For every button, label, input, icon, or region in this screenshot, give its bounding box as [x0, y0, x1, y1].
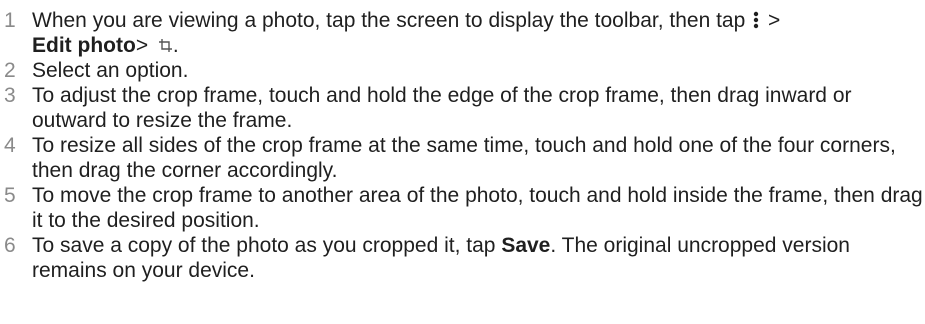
step-6: 6 To save a copy of the photo as you cro…	[0, 233, 925, 283]
step-number: 6	[4, 234, 16, 257]
step-text-part: To save a copy of the photo as you cropp…	[32, 234, 502, 257]
step-text: To move the crop frame to another area o…	[32, 184, 923, 232]
step-text: To resize all sides of the crop frame at…	[32, 134, 896, 182]
crop-icon	[158, 39, 172, 52]
step-4: 4 To resize all sides of the crop frame …	[0, 133, 925, 183]
step-text-part: When you are viewing a photo, tap the sc…	[32, 9, 746, 32]
edit-photo-label: Edit photo	[32, 34, 136, 57]
step-text-part: >	[762, 9, 781, 32]
save-label: Save	[501, 234, 551, 257]
step-number: 2	[4, 59, 16, 82]
instruction-steps: 1 When you are viewing a photo, tap the …	[0, 8, 925, 324]
step-text-part: .	[172, 34, 179, 57]
step-text: When you are viewing a photo, tap the sc…	[32, 8, 925, 58]
step-text: Select an option.	[32, 59, 189, 82]
step-text: To save a copy of the photo as you cropp…	[32, 233, 925, 283]
step-5: 5 To move the crop frame to another area…	[0, 183, 925, 233]
step-1: 1 When you are viewing a photo, tap the …	[0, 8, 925, 58]
step-number: 1	[4, 9, 16, 32]
step-text-part: >	[135, 34, 149, 57]
step-2: 2 Select an option.	[0, 58, 925, 83]
step-number: 4	[4, 134, 16, 157]
menu-icon	[753, 11, 759, 29]
step-text: To adjust the crop frame, touch and hold…	[32, 84, 852, 132]
step-number: 5	[4, 184, 16, 207]
step-number: 3	[4, 84, 16, 107]
step-3: 3 To adjust the crop frame, touch and ho…	[0, 83, 925, 133]
